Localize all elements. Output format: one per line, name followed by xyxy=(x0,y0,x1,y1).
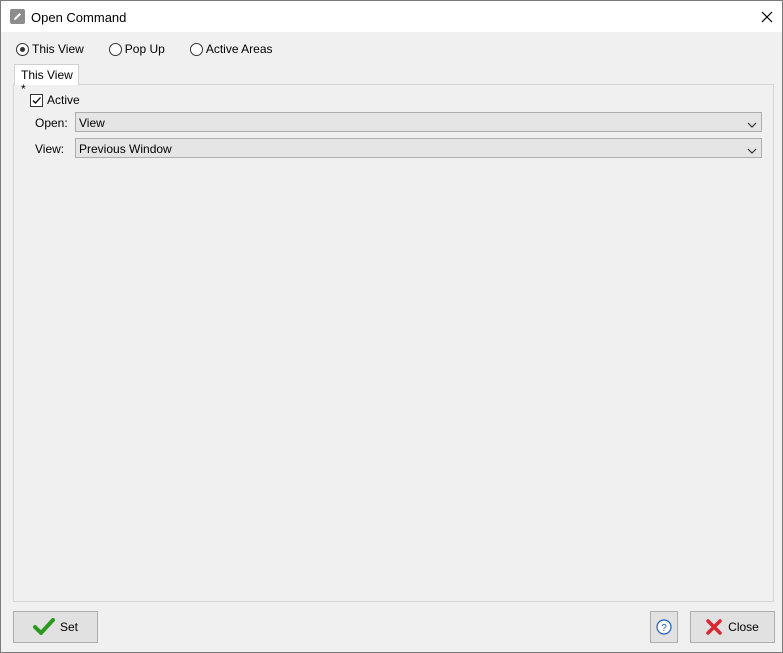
close-icon[interactable] xyxy=(752,1,782,32)
active-label: Active xyxy=(47,93,80,107)
active-checkbox[interactable] xyxy=(30,93,43,107)
window-title: Open Command xyxy=(31,10,127,25)
set-button-label: Set xyxy=(59,620,78,634)
active-checkbox-row[interactable]: Active xyxy=(30,93,80,107)
radio-pop-up[interactable]: Pop Up xyxy=(108,42,165,56)
radio-this-view-label: This View xyxy=(32,42,84,56)
mode-radio-group: This View Pop Up Active Areas xyxy=(16,41,298,57)
close-button[interactable]: Close xyxy=(690,611,775,643)
help-icon: ? xyxy=(656,619,672,635)
svg-text:?: ? xyxy=(661,623,667,634)
red-x-icon xyxy=(706,619,722,635)
radio-pop-up-label: Pop Up xyxy=(124,42,165,56)
set-button[interactable]: Set xyxy=(13,611,98,643)
open-command-dialog: Open Command This View Pop Up Active Are… xyxy=(0,0,783,653)
tab-panel: Active Open: View View: Previous Window xyxy=(13,84,774,602)
radio-active-areas[interactable]: Active Areas xyxy=(189,42,273,56)
title-bar: Open Command xyxy=(1,1,782,32)
pencil-icon xyxy=(10,9,25,24)
view-select-value: Previous Window xyxy=(79,142,172,156)
open-select-value: View xyxy=(79,116,105,130)
open-label: Open: xyxy=(35,116,68,130)
view-select[interactable]: Previous Window xyxy=(75,138,762,158)
radio-active-areas-button[interactable] xyxy=(189,42,203,56)
radio-this-view-button[interactable] xyxy=(16,42,29,56)
chevron-down-icon[interactable] xyxy=(747,144,757,158)
close-button-label: Close xyxy=(728,620,759,634)
chevron-down-icon[interactable] xyxy=(747,118,757,132)
radio-active-areas-label: Active Areas xyxy=(205,42,273,56)
help-button[interactable]: ? xyxy=(650,611,678,643)
checkmark-icon xyxy=(32,618,55,636)
open-select[interactable]: View xyxy=(75,112,762,132)
radio-this-view[interactable]: This View xyxy=(16,42,84,56)
view-label: View: xyxy=(35,142,65,156)
radio-pop-up-button[interactable] xyxy=(108,42,122,56)
tab-this-view[interactable]: This View * xyxy=(14,64,79,96)
